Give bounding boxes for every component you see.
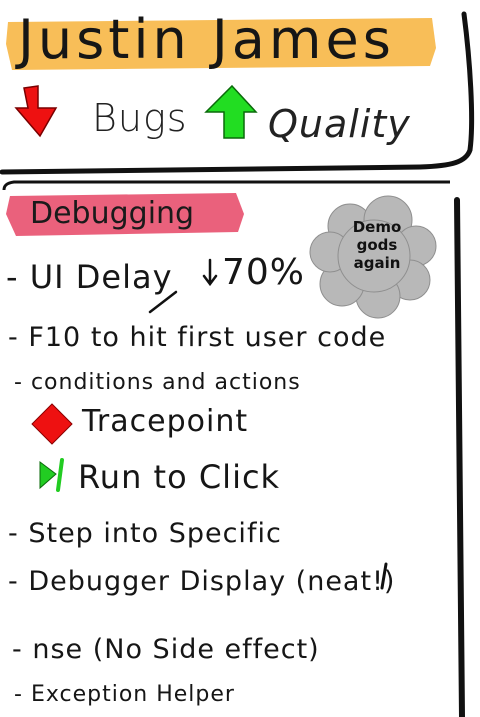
bugs-label: Bugs [92,96,188,140]
list-item: - conditions and actions [14,370,301,395]
sketchnote-page: Justin James Bugs Quality Debugging Demo… [0,0,480,717]
panel-right-border [454,197,465,717]
list-item: - UI Delay [6,258,173,296]
section-title: Debugging [30,196,195,231]
panel-top-border [2,180,450,191]
up-arrow-icon [204,84,258,139]
dash: - [8,566,19,597]
item-text: Step into Specific [28,518,282,549]
list-item: Run to Click [78,458,280,496]
cloud-line-2: gods [356,236,398,254]
dash: - [14,682,23,707]
page-title: Justin James [18,8,395,71]
item-text: UI Delay [29,258,173,296]
item-text: Debugger Display (neat!) [28,566,396,597]
list-item: - nse (No Side effect) [12,634,320,665]
list-item: - Debugger Display (neat!) [8,566,395,597]
dash: - [6,258,19,296]
item-text: Exception Helper [30,682,235,707]
item-text: Run to Click [78,458,281,496]
list-item: Tracepoint [82,404,248,439]
item-text: conditions and actions [30,370,301,395]
dash: - [8,518,19,549]
red-diamond-icon [31,403,73,445]
list-item: - Exception Helper [14,682,235,707]
small-down-arrow-icon [202,258,218,287]
dash: - [12,634,23,665]
item-text: nse (No Side effect) [32,634,320,665]
item-extra: 70% [222,252,306,293]
cloud-text: Demo gods again [322,218,432,272]
dash: - [8,322,19,353]
quality-label: Quality [268,102,411,146]
item-text: F10 to hit first user code [28,322,387,353]
cloud-line-1: Demo [352,218,402,236]
list-item: - F10 to hit first user code [8,322,386,353]
item-text: Tracepoint [82,404,249,439]
run-to-click-icon [39,458,64,492]
list-item: - Step into Specific [8,518,282,549]
dash: - [14,370,23,395]
cloud-line-3: again [353,254,401,272]
down-arrow-icon [14,85,58,138]
